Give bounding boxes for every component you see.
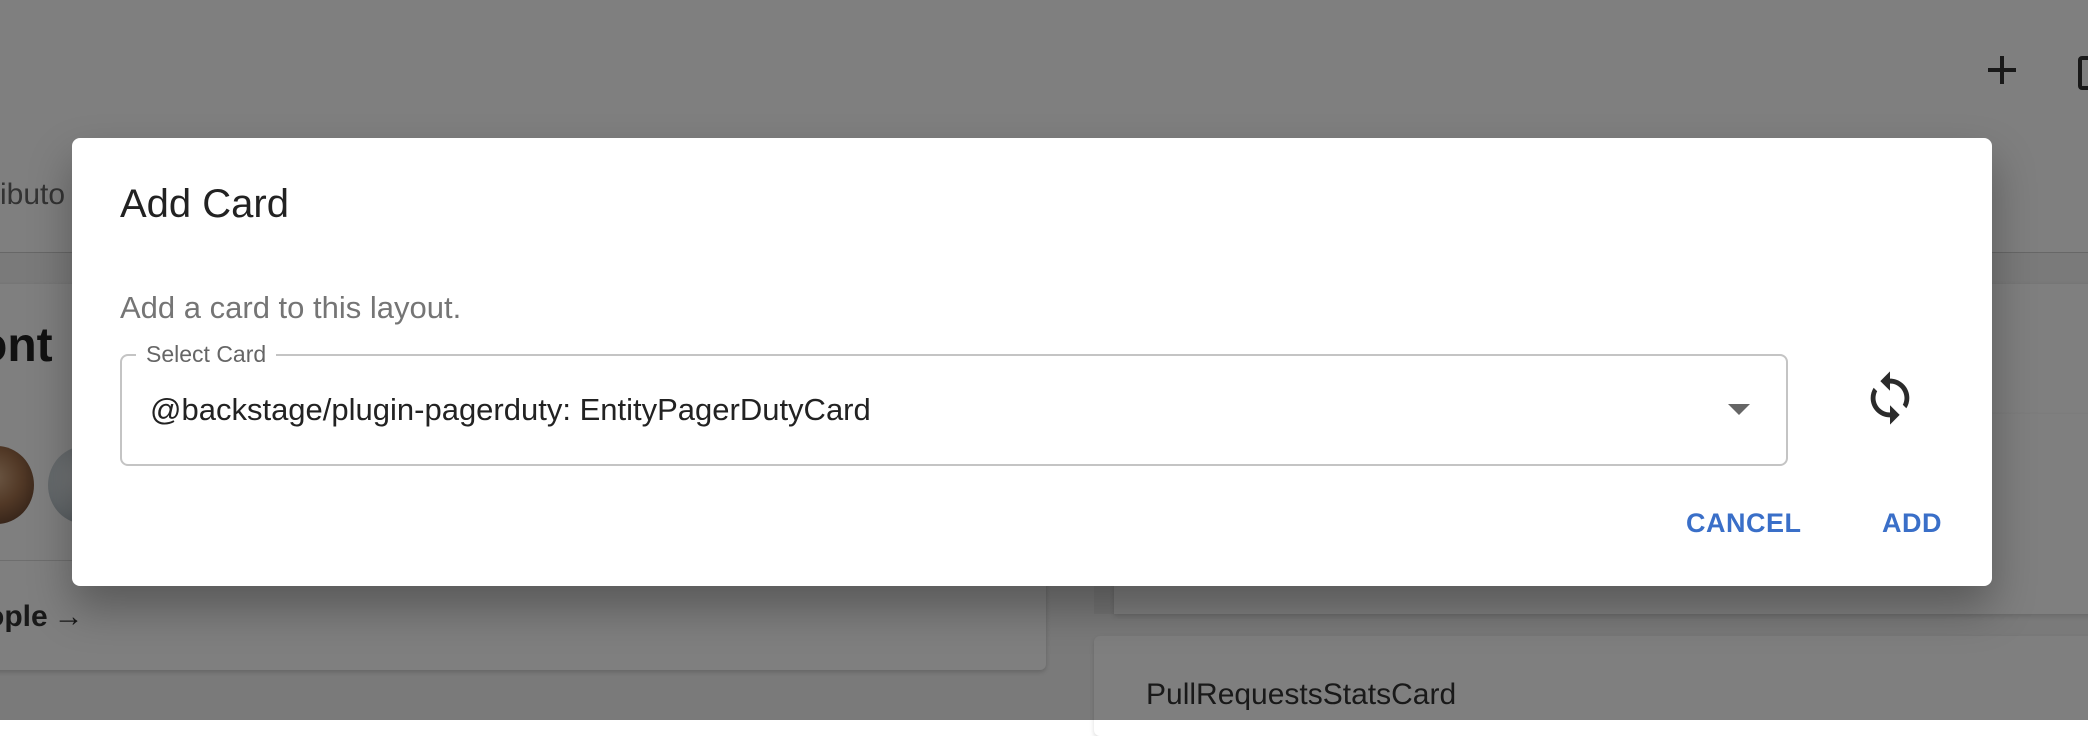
dialog-description: Add a card to this layout.	[120, 290, 462, 325]
dialog-title: Add Card	[120, 182, 289, 226]
add-card-dialog: Add Card Add a card to this layout. Sele…	[72, 138, 1992, 586]
cancel-button[interactable]: CANCEL	[1686, 508, 1802, 539]
refresh-button[interactable]	[1850, 358, 1930, 438]
select-card-label: Select Card	[136, 341, 277, 367]
select-card-value: @backstage/plugin-pagerduty: EntityPager…	[150, 392, 871, 427]
add-button[interactable]: ADD	[1882, 508, 1942, 539]
refresh-icon	[1870, 371, 1910, 425]
chevron-down-icon[interactable]	[1728, 404, 1750, 415]
select-card-dropdown[interactable]: Select Card @backstage/plugin-pagerduty:…	[120, 341, 1788, 466]
